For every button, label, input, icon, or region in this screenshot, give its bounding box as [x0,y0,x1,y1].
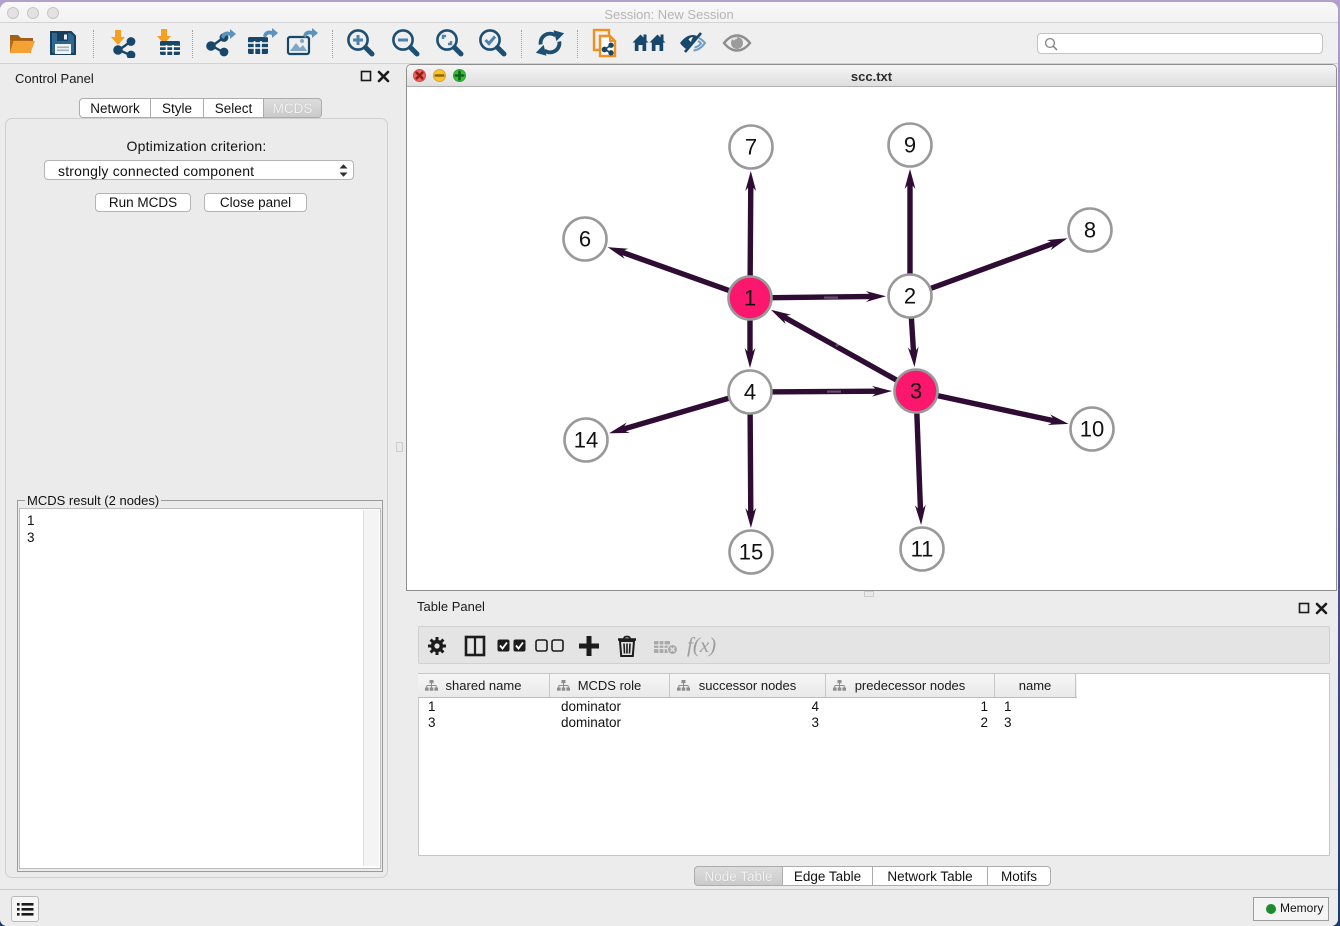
svg-text:8: 8 [1084,218,1096,243]
svg-text:1: 1 [744,286,756,311]
svg-text:2: 2 [904,284,916,309]
svg-text:9: 9 [904,133,916,158]
svg-text:14: 14 [574,428,598,453]
svg-text:4: 4 [744,380,756,405]
svg-text:11: 11 [911,537,934,562]
svg-text:10: 10 [1080,417,1104,442]
svg-text:15: 15 [739,540,763,565]
svg-text:7: 7 [745,135,757,160]
svg-text:6: 6 [579,227,591,252]
svg-text:3: 3 [910,379,922,404]
